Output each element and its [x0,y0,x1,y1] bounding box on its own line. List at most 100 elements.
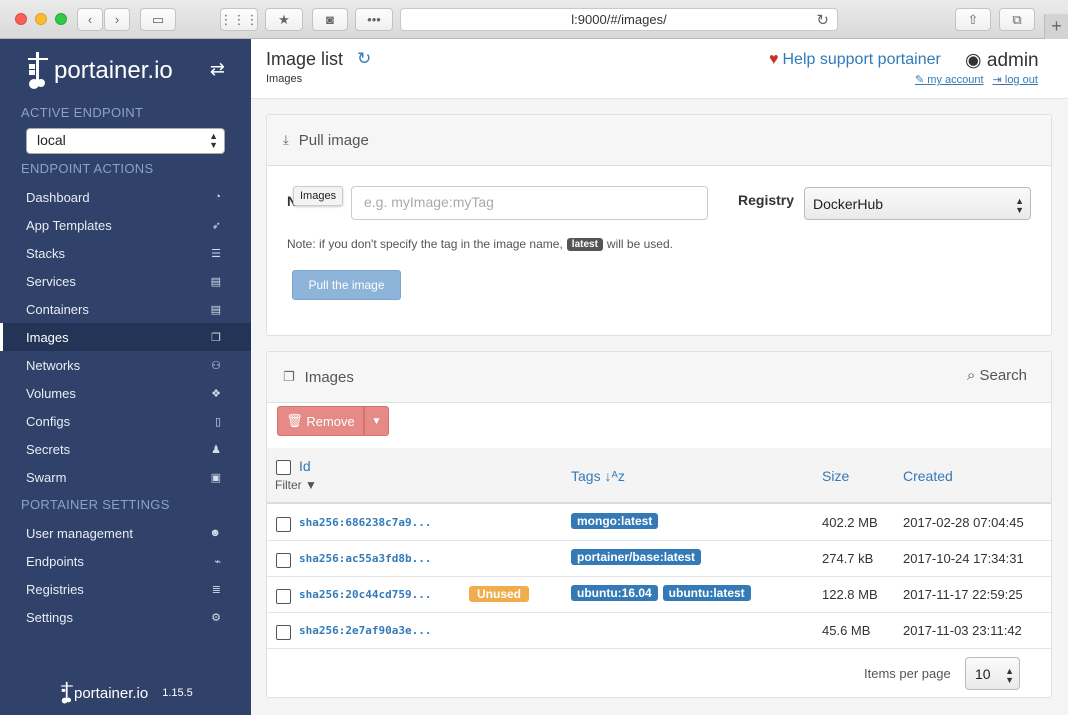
remove-dropdown-toggle[interactable]: ▼ [364,406,389,436]
reload-icon[interactable]: ↻ [816,11,829,29]
sidebar-item-label: App Templates [26,217,112,233]
column-tags[interactable]: Tags ↓ᴬᴢ [571,468,625,484]
sidebar-item-registries[interactable]: Registries ≣ [0,575,251,603]
remove-button[interactable]: 🗑 Remove [277,406,364,436]
column-created[interactable]: Created [903,468,953,484]
row-checkbox[interactable] [276,517,291,532]
log-out-link[interactable]: ⇥ log out [993,74,1038,86]
sidebar-item-containers[interactable]: Containers ▤ [0,295,251,323]
sidebar-item-label: Volumes [26,385,76,401]
endpoint-select[interactable]: local ▲ ▼ [26,128,225,154]
sidebar-item-endpoints[interactable]: Endpoints ⌁ [0,547,251,575]
rocket-icon: ➶ [211,219,221,232]
refresh-icon[interactable]: ↻ [357,49,371,69]
latest-tag-badge: latest [566,237,603,251]
chevron-right-icon: › [114,12,120,27]
grid-icon: ⋮⋮⋮ [219,11,259,27]
row-checkbox[interactable] [276,625,291,640]
select-arrows-icon: ▲ ▼ [209,131,218,150]
sidebar-item-label: Registries [26,581,84,597]
image-tag: ubuntu:latest [662,585,751,601]
share-icon: ⇧ [967,11,979,27]
exchange-icon[interactable]: ⇄ [210,59,225,80]
my-account-link[interactable]: ✎ my account [915,74,984,86]
forward-button[interactable]: › [104,8,130,31]
sidebar-item-images[interactable]: Images ❐ [0,323,251,351]
bookmarks-button[interactable]: ★ [265,8,303,31]
portainer-logo-icon [61,681,73,704]
filter-icon: ▼ [305,478,317,492]
user-info: ◉ admin [965,49,1039,72]
image-created: 2017-11-03 23:11:42 [903,623,1022,638]
sidebar-item-stacks[interactable]: Stacks ☰ [0,239,251,267]
list-alt-icon: ▤ [210,275,221,288]
sidebar-item-label: Images [26,329,69,345]
sidebar-toggle-button[interactable]: ▭ [140,8,176,31]
tabs-button[interactable]: ⧉ [999,8,1035,31]
note-text: Note: if you don't specify the tag in th… [287,237,563,251]
image-tag: ubuntu:16.04 [571,585,658,601]
sidebar-item-user-management[interactable]: User management ☻ [0,519,251,547]
back-button[interactable]: ‹ [77,8,103,31]
pull-image-header: ⤓ Pull image [267,115,1051,166]
column-id[interactable]: Id [299,458,311,474]
sidebar-item-services[interactable]: Services ▤ [0,267,251,295]
row-checkbox[interactable] [276,553,291,568]
trash-icon: 🗑 [286,413,303,428]
filter-toggle[interactable]: Filter ▼ [275,478,317,492]
sidebar-icon: ▭ [151,11,165,27]
items-per-page-value: 10 [975,666,991,682]
sidebar-item-label: Swarm [26,469,67,485]
sidebar-item-secrets[interactable]: Secrets ♟ [0,435,251,463]
search-label: Search [979,367,1027,384]
select-all-checkbox[interactable] [276,460,291,475]
image-id-link[interactable]: sha256:2e7af90a3e... [299,624,431,637]
sidebar-item-volumes[interactable]: Volumes ❖ [0,379,251,407]
endpoint-actions-title: ENDPOINT ACTIONS [21,161,154,176]
share-button[interactable]: ⇧ [955,8,991,31]
brand-logo[interactable]: portainer.io [26,45,226,97]
new-tab-button[interactable]: + [1044,14,1068,39]
items-per-page-select[interactable]: 10 ▲ ▼ [965,657,1020,690]
minimize-window-button[interactable] [35,13,47,25]
sidebar-item-configs[interactable]: Configs ▯ [0,407,251,435]
remove-label: Remove [306,413,355,429]
pocket-button[interactable]: ◙ [312,8,348,31]
search-field[interactable]: ⌕ Search [967,367,1027,384]
image-name-input[interactable]: e.g. myImage:myTag [351,186,708,220]
tag-note: Note: if you don't specify the tag in th… [287,237,673,251]
footer-brand: portainer.io [74,684,149,702]
help-support-link[interactable]: ♥ Help support portainer [769,51,941,69]
pull-image-title: Pull image [298,131,369,149]
image-tag: portainer/base:latest [571,549,702,565]
pull-image-button[interactable]: Pull the image [292,270,401,300]
image-id-link[interactable]: sha256:ac55a3fd8b... [299,552,431,565]
page-header: Image list ↻ Images ♥ Help support portai… [251,39,1068,99]
sidebar-item-swarm[interactable]: Swarm ▣ [0,463,251,491]
caret-down-icon: ▼ [371,415,382,427]
wrench-icon: ✎ [915,74,925,86]
images-title: Images [304,368,354,386]
image-id-link[interactable]: sha256:686238c7a9... [299,516,431,529]
unused-badge: Unused [469,586,530,602]
sidebar-item-label: Endpoints [26,553,84,569]
close-window-button[interactable] [15,13,27,25]
top-sites-button[interactable]: ⋮⋮⋮ [219,8,259,31]
registry-select[interactable]: DockerHub ▲ ▼ [804,187,1031,220]
sidebar-item-networks[interactable]: Networks ⚇ [0,351,251,379]
image-id-link[interactable]: sha256:20c44cd759... [299,588,431,601]
tag-list: portainer/base:latest [571,549,706,565]
row-checkbox[interactable] [276,589,291,604]
cubes-icon: ❖ [211,387,221,400]
extensions-button[interactable]: ••• [355,8,393,31]
browser-toolbar: ‹ › ▭ ⋮⋮⋮ ★ ◙ ••• l:9000/#/images/ ↻ ⇧ ⧉… [0,0,1068,39]
log-out-label: log out [1004,74,1038,86]
heart-icon: ♥ [769,51,779,68]
tachometer-icon: ◔ [214,191,221,203]
sidebar-item-dashboard[interactable]: Dashboard ◔ [0,183,251,211]
sidebar-item-settings[interactable]: Settings ⚙ [0,603,251,631]
address-bar[interactable]: l:9000/#/images/ ↻ [400,8,838,31]
sidebar-item-app-templates[interactable]: App Templates ➶ [0,211,251,239]
zoom-window-button[interactable] [55,13,67,25]
column-size[interactable]: Size [822,468,849,484]
